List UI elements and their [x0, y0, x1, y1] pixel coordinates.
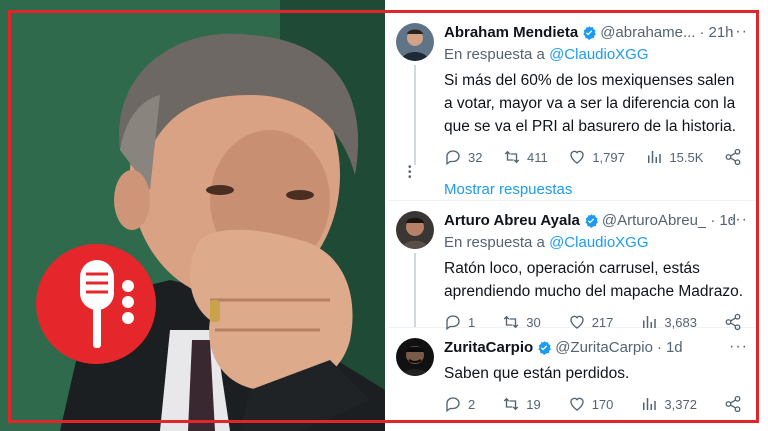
- microphone-logo: [36, 244, 156, 364]
- reply-button[interactable]: 2: [444, 395, 475, 413]
- separator-dot: ·: [710, 212, 716, 229]
- reply-button[interactable]: 32: [444, 148, 482, 166]
- avatar[interactable]: [396, 211, 434, 249]
- tweet-actions: 32 411 1,797 15.5K: [444, 148, 746, 166]
- tweet-text: Ratón loco, operación carrusel, estás ap…: [444, 260, 743, 300]
- news-photo: [0, 0, 385, 431]
- views-count: 15.5K: [669, 149, 704, 165]
- reply-count: 2: [468, 396, 476, 412]
- like-icon: [570, 150, 585, 164]
- tweet-zuritacarpio[interactable]: ··· ZuritaCarpio @ZuritaCarpio · 1d Sabe…: [388, 328, 756, 420]
- views-button[interactable]: 3,372: [640, 395, 697, 413]
- like-count: 170: [591, 396, 614, 412]
- views-icon: [643, 398, 657, 410]
- more-icon[interactable]: ···: [729, 211, 748, 229]
- like-count: 1,797: [592, 149, 625, 165]
- author-handle[interactable]: @ArturoAbreu_: [602, 211, 706, 231]
- show-replies-link[interactable]: Mostrar respuestas: [444, 180, 746, 200]
- retweet-count: 19: [526, 396, 541, 412]
- views-button[interactable]: 15.5K: [645, 148, 703, 166]
- share-icon: [725, 395, 741, 413]
- tweet-text: Saben que están perdidos.: [444, 365, 630, 382]
- author-handle[interactable]: @ZuritaCarpio: [555, 338, 653, 358]
- tweet-text: Si más del 60% de los mexiquenses salen …: [444, 72, 737, 135]
- tweet-abraham-mendieta[interactable]: ··· Abraham Mendieta @abrahame... · 21h …: [388, 13, 756, 201]
- share-button[interactable]: [724, 395, 742, 413]
- reply-context: En respuesta a @ClaudioXGG: [444, 233, 746, 253]
- reply-icon: [446, 397, 460, 413]
- verified-badge-icon: [538, 341, 552, 355]
- author-handle[interactable]: @abrahame...: [600, 23, 695, 43]
- tweet-time[interactable]: 1d: [666, 338, 683, 358]
- share-button[interactable]: [724, 148, 742, 166]
- more-icon[interactable]: ···: [729, 338, 748, 356]
- retweet-count: 411: [527, 149, 548, 165]
- tweet-thread-panel: ··· Abraham Mendieta @abrahame... · 21h …: [388, 13, 756, 420]
- verified-badge-icon: [585, 214, 598, 228]
- reply-prefix: En respuesta a: [444, 46, 545, 63]
- retweet-icon: [504, 150, 520, 164]
- retweet-button[interactable]: 411: [503, 148, 548, 166]
- reply-prefix: En respuesta a: [444, 234, 545, 251]
- thread-line: [414, 65, 416, 165]
- reply-count: 32: [468, 149, 483, 165]
- reply-icon: [446, 150, 460, 166]
- retweet-icon: [504, 397, 519, 411]
- microphone-icon: [80, 260, 134, 348]
- author-name[interactable]: Abraham Mendieta: [444, 23, 578, 43]
- reply-to-link[interactable]: @ClaudioXGG: [549, 46, 648, 63]
- man-portrait-illustration: [0, 0, 385, 431]
- tweet-actions: 2 19 170 3,372: [444, 395, 746, 413]
- retweet-button[interactable]: 19: [502, 395, 541, 413]
- views-icon: [648, 151, 662, 163]
- thread-dots: • • •: [408, 162, 412, 183]
- share-icon: [725, 148, 741, 166]
- author-name[interactable]: ZuritaCarpio: [444, 338, 533, 358]
- reply-to-link[interactable]: @ClaudioXGG: [549, 234, 648, 251]
- separator-dot: ·: [699, 24, 705, 41]
- reply-context: En respuesta a @ClaudioXGG: [444, 45, 746, 65]
- avatar[interactable]: [396, 23, 434, 61]
- separator-dot: ·: [656, 339, 662, 356]
- avatar[interactable]: [396, 338, 434, 376]
- like-icon: [570, 397, 584, 411]
- tweet-arturo-abreu-ayala[interactable]: ··· Arturo Abreu Ayala @ArturoAbreu_ · 1…: [388, 201, 756, 331]
- verified-badge-icon: [583, 26, 597, 40]
- author-name[interactable]: Arturo Abreu Ayala: [444, 211, 580, 231]
- views-count: 3,372: [664, 396, 697, 412]
- thread-line: [414, 253, 416, 327]
- like-button[interactable]: 170: [568, 395, 614, 413]
- like-button[interactable]: 1,797: [568, 148, 625, 166]
- more-icon[interactable]: ···: [729, 23, 748, 41]
